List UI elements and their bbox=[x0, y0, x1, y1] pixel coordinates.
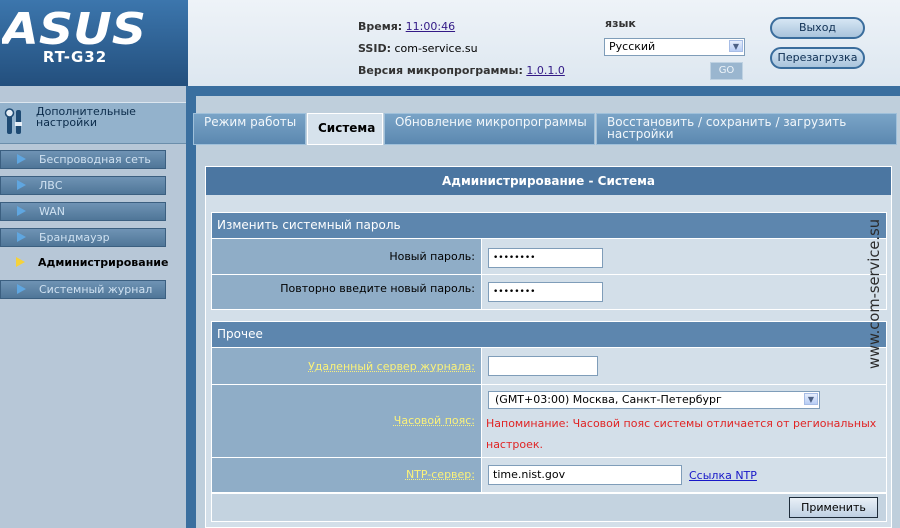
watermark-text: www.com-service.su bbox=[865, 219, 883, 369]
tab-system[interactable]: Система bbox=[307, 113, 383, 145]
time-link[interactable]: 11:00:46 bbox=[406, 20, 455, 33]
row-label-cell: Повторно введите новый пароль: bbox=[212, 275, 482, 309]
sidebar-item-firewall[interactable]: Брандмауэр bbox=[0, 228, 166, 247]
frame-top bbox=[188, 86, 900, 96]
model-name: RT-G32 bbox=[42, 48, 108, 66]
asus-logo: ASUS bbox=[2, 8, 146, 48]
time-line: Время: 11:00:46 bbox=[358, 20, 455, 33]
arrow-right-icon bbox=[17, 232, 26, 242]
row-repeat-password: Повторно введите новый пароль: •••••••• bbox=[211, 275, 887, 310]
log-server-field[interactable] bbox=[488, 356, 598, 376]
apply-button[interactable]: Применить bbox=[789, 497, 878, 518]
row-timezone: Часовой пояс: (GMT+03:00) Москва, Санкт-… bbox=[211, 385, 887, 458]
row-value-cell: (GMT+03:00) Москва, Санкт-Петербург ▼ На… bbox=[482, 385, 886, 457]
chevron-down-icon[interactable]: ▼ bbox=[804, 393, 818, 405]
sidebar-item-wireless[interactable]: Беспроводная сеть bbox=[0, 150, 166, 169]
row-value-cell bbox=[482, 348, 886, 384]
sidebar-item-label: ЛВС bbox=[39, 179, 63, 192]
row-ntp-server: NTP-сервер: time.nist.gov Ссылка NTP bbox=[211, 458, 887, 493]
timezone-value: (GMT+03:00) Москва, Санкт-Петербург bbox=[495, 393, 722, 406]
ssid-label: SSID: bbox=[358, 42, 391, 55]
row-label-cell: Удаленный сервер журнала: bbox=[212, 348, 482, 384]
timezone-label[interactable]: Часовой пояс: bbox=[394, 414, 475, 427]
firmware-line: Версия микропрограммы: 1.0.1.0 bbox=[358, 64, 565, 77]
sidebar-item-label: Системный журнал bbox=[39, 283, 153, 296]
row-label-cell: Новый пароль: bbox=[212, 239, 482, 274]
reboot-button[interactable]: Перезагрузка bbox=[770, 47, 865, 69]
logout-button[interactable]: Выход bbox=[770, 17, 865, 39]
firmware-link[interactable]: 1.0.1.0 bbox=[526, 64, 564, 77]
sidebar-item-label: Брандмауэр bbox=[39, 231, 110, 244]
section-title-misc: Прочее bbox=[211, 321, 887, 348]
row-log-server: Удаленный сервер журнала: bbox=[211, 348, 887, 385]
row-label-cell: NTP-сервер: bbox=[212, 458, 482, 492]
sidebar-item-lan[interactable]: ЛВС bbox=[0, 176, 166, 195]
ssid-value: com-service.su bbox=[394, 42, 478, 55]
arrow-right-icon bbox=[17, 180, 26, 190]
repeat-password-field[interactable]: •••••••• bbox=[488, 282, 603, 302]
new-password-label: Новый пароль: bbox=[389, 250, 475, 263]
new-password-field[interactable]: •••••••• bbox=[488, 248, 603, 268]
arrow-right-icon bbox=[17, 206, 26, 216]
sidebar-title: Дополнительные настройки bbox=[36, 105, 136, 129]
arrow-right-icon bbox=[17, 284, 26, 294]
sidebar-item-label: Администрирование bbox=[38, 256, 169, 269]
row-value-cell: •••••••• bbox=[482, 275, 886, 309]
firmware-label: Версия микропрограммы: bbox=[358, 64, 523, 77]
sidebar-item-administration[interactable]: Администрирование bbox=[0, 254, 186, 273]
frame-left bbox=[186, 86, 196, 528]
arrow-right-icon bbox=[16, 257, 25, 267]
asus-logo-text: ASUS bbox=[2, 8, 146, 48]
tab-operation-mode[interactable]: Режим работы bbox=[193, 113, 306, 145]
sidebar-item-syslog[interactable]: Системный журнал bbox=[0, 280, 166, 299]
row-value-cell: time.nist.gov Ссылка NTP bbox=[482, 458, 886, 492]
section-title-password: Изменить системный пароль bbox=[211, 212, 887, 239]
timezone-warning: Напоминание: Часовой пояс системы отлича… bbox=[486, 417, 877, 451]
language-select[interactable]: Русский ▼ bbox=[604, 38, 745, 56]
ntp-link[interactable]: Ссылка NTP bbox=[689, 469, 757, 482]
ssid-line: SSID: com-service.su bbox=[358, 42, 478, 55]
row-value-cell: •••••••• bbox=[482, 239, 886, 274]
ntp-server-label[interactable]: NTP-сервер: bbox=[406, 468, 475, 481]
sidebar-item-wan[interactable]: WAN bbox=[0, 202, 166, 221]
watermark: www.com-service.su bbox=[865, 219, 883, 369]
go-button[interactable]: GO bbox=[710, 62, 743, 80]
row-label-cell: Часовой пояс: bbox=[212, 385, 482, 457]
ntp-server-field[interactable]: time.nist.gov bbox=[488, 465, 682, 485]
chevron-down-icon[interactable]: ▼ bbox=[729, 40, 743, 52]
wrench-icon bbox=[4, 108, 22, 134]
language-label: язык bbox=[605, 17, 636, 30]
sidebar-item-label: WAN bbox=[39, 205, 66, 218]
timezone-select[interactable]: (GMT+03:00) Москва, Санкт-Петербург ▼ bbox=[488, 391, 820, 409]
arrow-right-icon bbox=[17, 154, 26, 164]
log-server-label[interactable]: Удаленный сервер журнала: bbox=[308, 360, 475, 373]
language-value: Русский bbox=[609, 40, 656, 53]
row-new-password: Новый пароль: •••••••• bbox=[211, 239, 887, 275]
panel-title: Администрирование - Система bbox=[206, 167, 891, 195]
tab-firmware-upgrade[interactable]: Обновление микропрограммы bbox=[384, 113, 595, 145]
tab-restore-save-upload[interactable]: Восстановить / сохранить / загрузить нас… bbox=[596, 113, 897, 145]
apply-row bbox=[211, 493, 887, 522]
time-label: Время: bbox=[358, 20, 403, 33]
repeat-password-label: Повторно введите новый пароль: bbox=[280, 282, 475, 295]
sidebar-item-label: Беспроводная сеть bbox=[39, 153, 151, 166]
